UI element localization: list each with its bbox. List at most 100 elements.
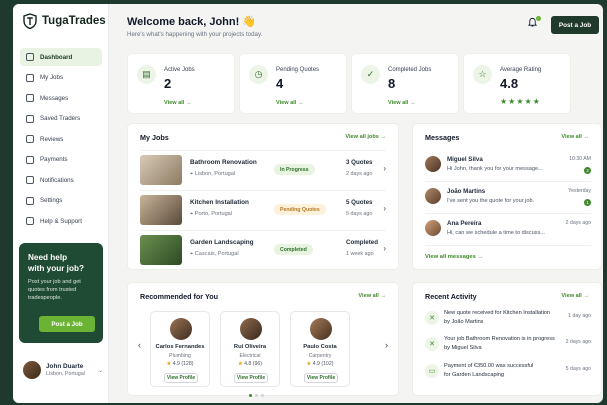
trader-trade: Electrical xyxy=(239,353,261,359)
post-job-button[interactable]: Post a Job xyxy=(551,16,599,34)
job-row[interactable]: Garden Landscaping ⌖ Cascais, Portugal C… xyxy=(140,230,386,266)
help-post-job-button[interactable]: Post a Job xyxy=(39,316,95,332)
star-icon: ★ xyxy=(238,361,243,367)
status-badge: Completed xyxy=(274,244,313,255)
carousel-prev-icon[interactable]: ‹ xyxy=(138,340,141,350)
tools-icon: ✕ xyxy=(425,311,439,325)
carousel-dot[interactable] xyxy=(255,394,258,397)
job-age: 2 days ago xyxy=(346,171,373,177)
activity-text: Your job Bathroom Renovation is in progr… xyxy=(444,336,555,342)
message-item[interactable]: Miguel Silva Hi John, thank you for your… xyxy=(425,150,591,182)
carousel-next-icon[interactable]: › xyxy=(385,340,388,350)
message-item[interactable]: João Martins I've sent you the quote for… xyxy=(425,182,591,214)
sidebar-item-messages[interactable]: Messages xyxy=(20,89,102,107)
app-window: TugaTrades Dashboard My Jobs Messages Sa… xyxy=(13,4,603,403)
activity-view-all-link[interactable]: View all → xyxy=(561,293,589,299)
sidebar-item-label: Help & Support xyxy=(40,217,82,225)
trader-card[interactable]: Paulo Costa Carpentry ★ 4.9 (102) View P… xyxy=(290,311,350,387)
view-profile-button[interactable]: View Profile xyxy=(234,373,268,383)
status-badge: In Progress xyxy=(274,164,315,175)
trader-trade: Plumbing xyxy=(169,353,191,359)
view-all-messages-link[interactable]: View all messages → xyxy=(425,254,483,260)
unread-badge: 2 xyxy=(584,167,591,174)
sidebar-item-label: Reviews xyxy=(40,135,64,143)
job-row[interactable]: Bathroom Renovation ⌖ Lisbon, Portugal I… xyxy=(140,150,386,186)
trader-rating: ★ 4.9 (128) xyxy=(151,361,209,367)
trader-rating: ★ 4.9 (102) xyxy=(291,361,349,367)
my-jobs-card: My Jobs View all jobs → Bathroom Renovat… xyxy=(127,123,399,270)
briefcase-icon xyxy=(26,73,34,82)
activity-text: Payment of €350.00 was successful xyxy=(444,363,534,369)
sidebar-item-settings[interactable]: Settings xyxy=(20,192,102,210)
job-location: ⌖ Lisbon, Portugal xyxy=(190,171,236,177)
carousel-dot[interactable] xyxy=(249,394,252,397)
job-title: Garden Landscaping xyxy=(190,239,254,246)
message-time: 10:30 AM xyxy=(569,156,591,162)
job-quotes: 3 Quotes xyxy=(346,159,373,166)
user-location: Lisbon, Portugal xyxy=(46,371,85,377)
stat-view-all-link[interactable]: View all → xyxy=(276,100,304,106)
help-icon xyxy=(26,217,34,225)
sidebar-item-label: Settings xyxy=(40,197,63,204)
job-age: 1 week ago xyxy=(346,251,374,257)
view-profile-button[interactable]: View Profile xyxy=(304,373,338,383)
job-row[interactable]: Kitchen Installation ⌖ Porto, Portugal P… xyxy=(140,190,386,226)
stat-view-all-link[interactable]: View all → xyxy=(388,100,416,106)
sidebar-item-label: Messages xyxy=(40,94,69,102)
job-thumbnail xyxy=(140,195,182,225)
check-icon: ✓ xyxy=(361,65,380,84)
messages-view-all-link[interactable]: View all → xyxy=(561,134,589,140)
stat-value: 4.8 xyxy=(500,76,519,91)
bell-icon xyxy=(26,176,34,184)
recommended-view-all-link[interactable]: View all → xyxy=(358,293,386,299)
stat-view-all-link[interactable]: View all → xyxy=(164,100,192,106)
activity-time: 5 days ago xyxy=(565,366,591,372)
view-profile-button[interactable]: View Profile xyxy=(164,373,198,383)
message-item[interactable]: Ana Pereira Hi, can we schedule a time t… xyxy=(425,214,591,246)
sidebar-item-saved-traders[interactable]: Saved Traders xyxy=(20,110,102,128)
stat-value: 4 xyxy=(276,76,284,91)
help-title-line1: Need help xyxy=(28,253,68,262)
sidebar-item-payments[interactable]: Payments xyxy=(20,151,102,169)
star-icon: ★ xyxy=(166,361,172,367)
stat-card-pending-quotes: ◷ Pending Quotes 4 View all → xyxy=(239,53,347,114)
sidebar-item-my-jobs[interactable]: My Jobs xyxy=(20,69,102,87)
job-age: 5 days ago xyxy=(346,211,373,217)
job-thumbnail xyxy=(140,235,182,265)
message-preview: Hi, can we schedule a time to discuss... xyxy=(447,230,545,236)
job-title: Bathroom Renovation xyxy=(190,159,257,166)
sidebar-item-dashboard[interactable]: Dashboard xyxy=(20,48,102,66)
job-location: ⌖ Cascais, Portugal xyxy=(190,251,239,257)
activity-time: 2 days ago xyxy=(565,339,591,345)
avatar xyxy=(170,318,192,340)
activity-text: New quote received for Kitchen Installat… xyxy=(444,310,551,316)
notification-dot xyxy=(536,16,541,21)
chevron-right-icon[interactable]: › xyxy=(383,204,386,213)
page-subtitle: Here's what's happening with your projec… xyxy=(127,31,263,38)
chevron-right-icon[interactable]: › xyxy=(383,164,386,173)
trader-rating: ★ 4.8 (96) xyxy=(221,361,279,367)
stat-label: Active Jobs xyxy=(164,67,195,73)
chevron-down-icon[interactable]: ⌄ xyxy=(98,367,103,374)
sidebar-item-notifications[interactable]: Notifications xyxy=(20,171,102,189)
sidebar-item-help[interactable]: Help & Support xyxy=(20,212,102,230)
trader-rating-value: 4.8 (96) xyxy=(244,361,262,367)
trader-card[interactable]: Rui Oliveira Electrical ★ 4.8 (96) View … xyxy=(220,311,280,387)
my-jobs-title: My Jobs xyxy=(140,133,169,142)
user-profile[interactable]: John Duarte Lisbon, Portugal ⌄ xyxy=(23,361,103,379)
chevron-right-icon[interactable]: › xyxy=(383,244,386,253)
brand-logo[interactable]: TugaTrades xyxy=(23,13,106,29)
notifications-button[interactable] xyxy=(527,16,541,31)
view-all-jobs-link[interactable]: View all jobs → xyxy=(345,134,386,140)
trader-card[interactable]: Carlos Fernandes Plumbing ★ 4.9 (128) Vi… xyxy=(150,311,210,387)
avatar xyxy=(240,318,262,340)
job-location-text: Porto, Portugal xyxy=(194,211,233,217)
trader-rating-value: 4.9 (102) xyxy=(312,361,334,367)
messages-card: Messages View all → Miguel Silva Hi John… xyxy=(412,123,602,270)
page-title: Welcome back, John! 👋 xyxy=(127,16,257,28)
sidebar-item-reviews[interactable]: Reviews xyxy=(20,130,102,148)
carousel-dot[interactable] xyxy=(261,394,264,397)
message-sender: João Martins xyxy=(447,188,486,195)
sidebar: TugaTrades Dashboard My Jobs Messages Sa… xyxy=(13,4,109,403)
carousel-dots[interactable] xyxy=(249,394,264,397)
